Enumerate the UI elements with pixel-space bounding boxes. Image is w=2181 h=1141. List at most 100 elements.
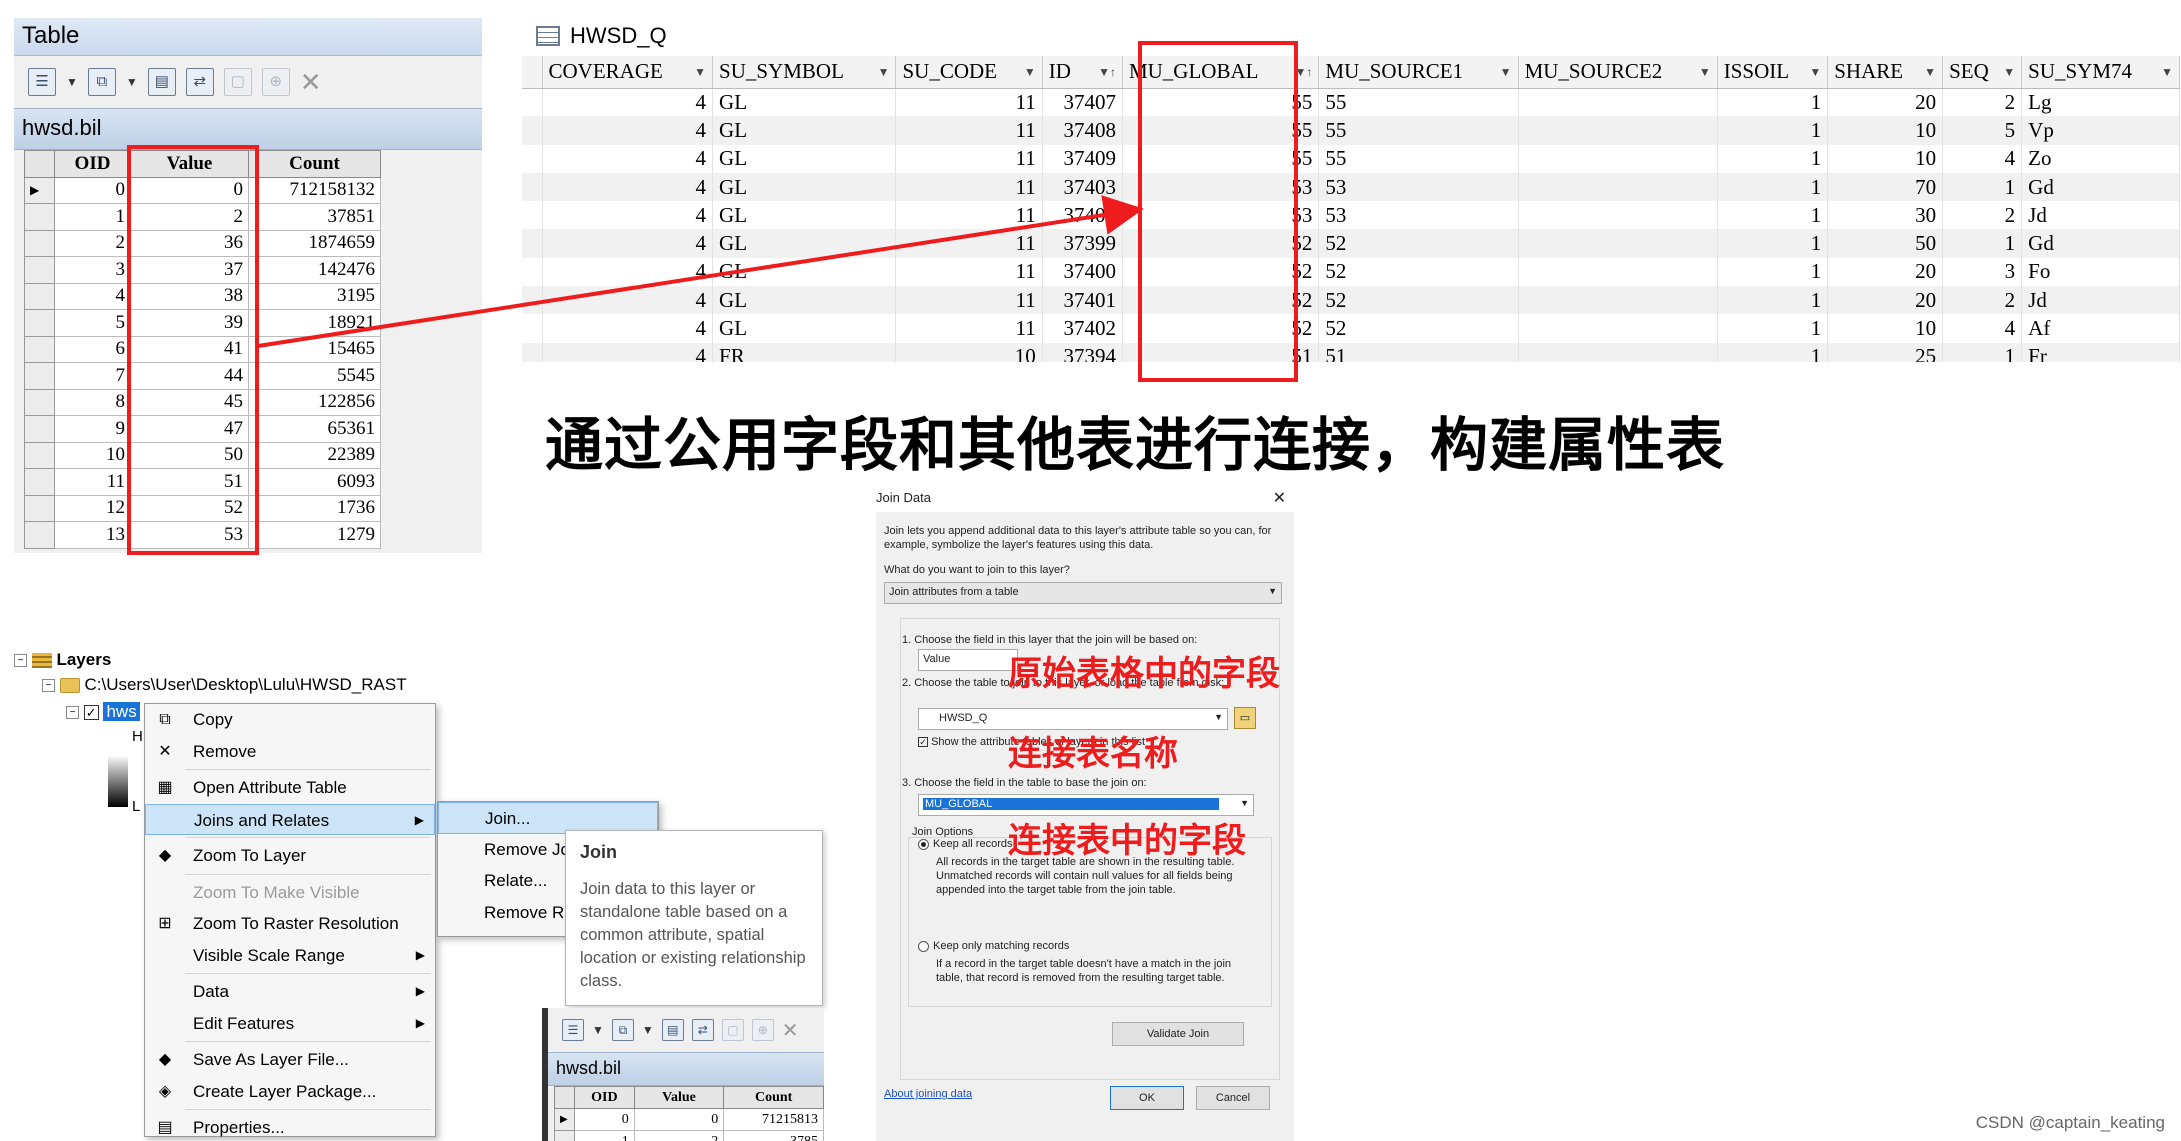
submenu-arrow-icon: ▶ (415, 1015, 425, 1030)
keep-matching-radio[interactable] (918, 940, 929, 952)
legend-high: H (132, 728, 143, 745)
related-tables-icon[interactable]: ⧉ (611, 1019, 634, 1041)
annotation-join-table: 连接表名称 (1008, 735, 1178, 773)
menu-separator (185, 1109, 431, 1110)
submenu-arrow-icon: ▶ (415, 947, 425, 962)
table-tab[interactable]: hwsd.bil (548, 1052, 824, 1086)
menu-item-open-attribute-table[interactable]: ▦ Open Attribute Table (145, 772, 435, 804)
submenu-arrow-icon: ▶ (415, 984, 425, 998)
dialog-titlebar: Join Data ✕ (874, 486, 1294, 512)
tooltip-title: Join (580, 842, 618, 862)
open-folder-icon[interactable]: ▭ (1234, 707, 1256, 729)
menu-separator (185, 1041, 431, 1042)
menu-item-remove[interactable]: ✕ Remove (145, 736, 435, 768)
keep-all-label: Keep all records (933, 838, 1013, 850)
close-icon[interactable]: ✕ (1273, 488, 1286, 508)
menu-item-label: Copy (193, 710, 233, 729)
dialog-intro: Join lets you append additional data to … (884, 525, 1272, 551)
layer-field-select[interactable]: Value (918, 649, 1018, 671)
zoom-raster-icon: ⊞ (158, 915, 172, 932)
dropdown-arrow-icon[interactable]: ▼ (592, 1023, 604, 1037)
collapse-icon[interactable]: − (14, 654, 27, 668)
annotation-orig-field: 原始表格中的字段 (1008, 655, 1280, 693)
join-tooltip: Join Join data to this layer or standalo… (565, 830, 823, 1006)
menu-item-label: Create Layer Package... (193, 1081, 377, 1101)
keep-all-radio[interactable] (918, 838, 929, 850)
menu-item-label: Joins and Relates (194, 810, 330, 830)
dialog-question: What do you want to join to this layer? (884, 564, 1070, 576)
table-cell[interactable]: 0 (573, 1108, 635, 1131)
step1-label: 1. Choose the field in this layer that t… (902, 634, 1198, 646)
layer-name-selected[interactable]: hws (103, 702, 140, 721)
menu-separator (185, 973, 431, 974)
table-row[interactable]: ▶ 0 0 71215813 (554, 1108, 824, 1131)
menu-item-label: Zoom To Make Visible (193, 882, 360, 902)
zoom-selected-icon[interactable]: ⊕ (751, 1019, 774, 1041)
chevron-down-icon: ▼ (1214, 712, 1223, 722)
column-header-oid[interactable]: OID (573, 1086, 635, 1109)
menu-item-edit-features[interactable]: Edit Features ▶ (145, 1008, 435, 1040)
ok-button[interactable]: OK (1110, 1086, 1184, 1110)
table-options-icon[interactable]: ☰ (562, 1019, 584, 1041)
row-selector[interactable] (554, 1130, 575, 1141)
submenu-arrow-icon: ▶ (414, 812, 424, 827)
folder-icon (59, 678, 80, 694)
keep-matching-label: Keep only matching records (933, 940, 1070, 952)
table-cell[interactable]: 1 (573, 1130, 635, 1141)
menu-item-joins-and-relates[interactable]: Joins and Relates ▶ (145, 803, 435, 835)
validate-join-button[interactable]: Validate Join (1112, 1022, 1244, 1046)
headline: 通过公用字段和其他表进行连接，构建属性表 (545, 413, 1726, 478)
layer-package-icon: ◈ (158, 1082, 172, 1100)
row-selector-header[interactable] (554, 1086, 575, 1109)
show-attributes-checkbox[interactable]: ✓ (918, 737, 928, 748)
color-ramp (108, 755, 128, 807)
chevron-down-icon: ▼ (1240, 798, 1249, 808)
switch-selection-icon[interactable]: ⇄ (691, 1019, 714, 1041)
menu-item-copy[interactable]: ⧉ Copy (145, 704, 435, 736)
menu-item-label: Visible Scale Range (193, 945, 345, 965)
menu-item-label: Remove (193, 741, 257, 761)
collapse-icon[interactable]: − (42, 679, 55, 693)
column-header-count[interactable]: Count (723, 1086, 824, 1109)
table-cell[interactable]: 71215813 (723, 1108, 824, 1131)
menu-item-data[interactable]: Data ▶ (145, 976, 435, 1008)
cancel-button[interactable]: Cancel (1196, 1086, 1270, 1110)
properties-icon: ▤ (157, 1119, 173, 1136)
menu-item-label: Save As Layer File... (193, 1050, 349, 1069)
delete-icon[interactable]: ✕ (782, 1018, 799, 1043)
menu-separator (185, 769, 431, 770)
menu-item-label: Zoom To Layer (193, 846, 307, 865)
table-cell[interactable]: 0 (633, 1108, 725, 1131)
menu-item-zoom-to-make-visible[interactable]: Zoom To Make Visible (145, 877, 435, 909)
row-selector[interactable]: ▶ (554, 1108, 575, 1131)
menu-item-label: Zoom To Raster Resolution (193, 914, 399, 933)
layers-icon (31, 653, 52, 669)
remove-icon: ✕ (158, 742, 172, 760)
dropdown-arrow-icon[interactable]: ▼ (642, 1023, 654, 1037)
collapse-icon[interactable]: − (66, 706, 79, 720)
step3-label: 3. Choose the field in the table to base… (902, 777, 1147, 789)
menu-item-zoom-to-raster-resolution[interactable]: ⊞ Zoom To Raster Resolution (145, 908, 435, 940)
menu-item-visible-scale-range[interactable]: Visible Scale Range ▶ (145, 940, 435, 972)
attribute-table-fragment: ☰ ▼ ⧉ ▼ ▤ ⇄ ▢ ⊕ ✕ hwsd.bil OID Value Count… (542, 1008, 824, 1141)
annotation-join-field: 连接表中的字段 (1008, 822, 1246, 860)
menu-item-save-as-layer-file[interactable]: ◆ Save As Layer File... (145, 1044, 435, 1076)
about-joining-link[interactable]: About joining data (884, 1088, 972, 1100)
menu-item-join[interactable]: Join... (438, 802, 658, 834)
table-row[interactable]: 1 2 3785 (554, 1130, 824, 1141)
table-cell[interactable]: 3785 (723, 1130, 824, 1141)
menu-separator (185, 837, 431, 838)
join-type-select[interactable]: Join attributes from a table ▼ (884, 582, 1282, 604)
menu-item-properties[interactable]: ▤ Properties... (145, 1112, 435, 1141)
workspace-path: C:\Users\User\Desktop\Lulu\HWSD_RAST (84, 675, 407, 694)
menu-separator (185, 873, 431, 875)
menu-item-zoom-to-layer[interactable]: ◆ Zoom To Layer (145, 840, 435, 872)
table-cell[interactable]: 2 (633, 1130, 725, 1141)
menu-item-label: Edit Features (193, 1013, 295, 1033)
clear-selection-icon[interactable]: ▢ (721, 1019, 744, 1041)
menu-item-create-layer-package[interactable]: ◈ Create Layer Package... (145, 1076, 435, 1108)
select-by-attributes-icon[interactable]: ▤ (661, 1019, 684, 1041)
column-header-value[interactable]: Value (633, 1086, 725, 1109)
tooltip-text: Join data to this layer or standalone ta… (580, 880, 806, 990)
layer-visibility-checkbox[interactable]: ✓ (83, 705, 99, 721)
